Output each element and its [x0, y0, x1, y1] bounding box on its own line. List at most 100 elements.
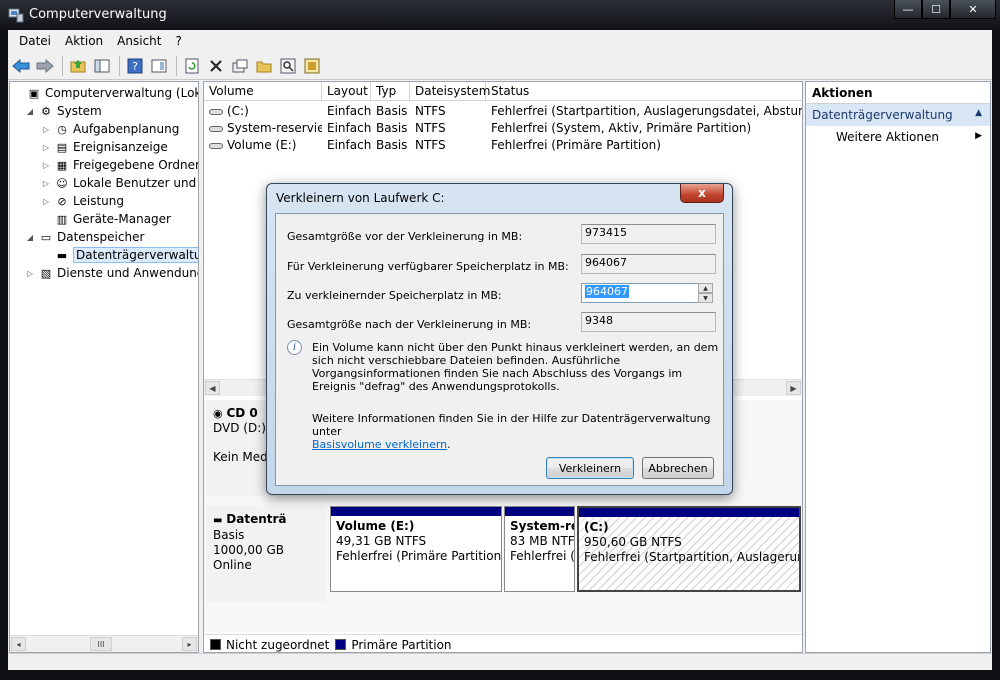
disk-0-info[interactable]: ▬ Datenträ Basis 1000,00 GB Online: [206, 506, 326, 602]
tree-item[interactable]: ▷ ☺ Lokale Benutzer und Gr: [40, 174, 198, 192]
tree-item[interactable]: ▷ ◷ Aufgabenplanung: [40, 120, 179, 138]
drive-icon: [209, 125, 223, 132]
forward-icon[interactable]: [34, 55, 56, 77]
column-header-volume[interactable]: Volume: [204, 82, 322, 101]
help-icon[interactable]: ?: [124, 55, 146, 77]
tree-item[interactable]: ▣ Computerverwaltung (Lokal): [12, 84, 198, 102]
export-icon[interactable]: [301, 55, 323, 77]
volume-cell: Volume (E:): [204, 137, 322, 154]
tree-item-label: System: [57, 104, 102, 118]
menu-bar: Datei Aktion Ansicht ?: [8, 30, 992, 52]
shrink-button[interactable]: Verkleinern: [546, 457, 634, 479]
expand-toggle-icon[interactable]: ▷: [40, 179, 52, 188]
column-header-status[interactable]: Status: [486, 82, 802, 101]
column-header-typ[interactable]: Typ: [371, 82, 410, 101]
submenu-arrow-icon: ▶: [975, 131, 982, 141]
tree-item[interactable]: ▥ Geräte-Manager: [40, 210, 171, 228]
actions-more-actions[interactable]: Weitere Aktionen ▶: [806, 126, 990, 148]
menu-datei[interactable]: Datei: [12, 34, 58, 48]
field-value-available: 964067: [581, 254, 716, 274]
volume-row[interactable]: (C:) Einfach Basis NTFS Fehlerfrei (Startpar…: [204, 103, 802, 120]
help-link[interactable]: Basisvolume verkleinern: [312, 438, 447, 451]
disk-0-type: Basis: [213, 528, 245, 542]
expand-toggle-icon[interactable]: ▷: [40, 143, 52, 152]
volume-cell: Basis: [376, 104, 408, 118]
services-icon: ▧: [40, 266, 52, 280]
scroll-right-button[interactable]: ▸: [182, 637, 197, 651]
column-header-layout[interactable]: Layout: [322, 82, 371, 101]
scroll-left-button[interactable]: ◂: [11, 637, 26, 651]
scroll-left-button[interactable]: ◀: [205, 381, 220, 395]
expand-toggle-icon[interactable]: ▷: [40, 161, 52, 170]
legend-swatch-unallocated: [210, 639, 221, 650]
volume-row[interactable]: System-reserviert Einfach Basis NTFS Fehlerf…: [204, 120, 802, 137]
delete-icon[interactable]: [205, 55, 227, 77]
tree-item-label: Datenträgerverwaltung: [73, 247, 198, 263]
properties-icon[interactable]: [148, 55, 170, 77]
volume-name: (C:): [227, 104, 249, 118]
field-label-shrink-amount: Zu verkleinernder Speicherplatz in MB:: [287, 289, 502, 302]
maximize-button[interactable]: ☐: [922, 0, 950, 19]
tree-item-label: Computerverwaltung (Lokal): [45, 86, 198, 100]
expand-toggle-icon[interactable]: ◢: [24, 233, 36, 242]
volume-cell: Fehlerfrei (System, Aktiv, Primäre Parti…: [491, 121, 752, 135]
tree-item[interactable]: ▷ ⊘ Leistung: [40, 192, 124, 210]
actions-section-disk-management[interactable]: Datenträgerverwaltung ▲: [806, 104, 990, 126]
actions-section-label: Datenträgerverwaltung: [812, 108, 953, 122]
menu-ansicht[interactable]: Ansicht: [110, 34, 168, 48]
performance-icon: ⊘: [57, 194, 67, 208]
expand-toggle-icon[interactable]: ▷: [40, 197, 52, 206]
tree-item[interactable]: ▷ ▦ Freigegebene Ordner: [40, 156, 198, 174]
tree-item[interactable]: ◢ ⚙ System: [24, 102, 102, 120]
disk-0-size: 1000,00 GB: [213, 543, 284, 557]
computer-icon: ▣: [28, 86, 40, 100]
partition-color-bar: [331, 507, 501, 516]
scroll-right-button[interactable]: ▶: [786, 381, 801, 395]
volume-cell: Basis: [376, 121, 408, 135]
partition-c[interactable]: (C:) 950,60 GB NTFS Fehlerfrei (Startpar…: [577, 506, 801, 592]
spin-down-icon[interactable]: ▼: [698, 293, 713, 303]
up-folder-icon[interactable]: [67, 55, 89, 77]
disk-0-label: ▬ Datenträ: [213, 512, 287, 526]
shared-folder-icon: ▦: [56, 158, 68, 172]
volume-cell: Einfach: [327, 138, 371, 152]
expand-toggle-icon[interactable]: ▷: [24, 269, 36, 278]
tree-item[interactable]: ◢ ▭ Datenspeicher: [24, 228, 144, 246]
cancel-button[interactable]: Abbrechen: [642, 457, 714, 479]
menu-aktion[interactable]: Aktion: [58, 34, 110, 48]
expand-toggle-icon[interactable]: ▷: [40, 125, 52, 134]
legend-label-unallocated: Nicht zugeordnet: [226, 637, 330, 652]
title-bar[interactable]: Computerverwaltung — ☐ ✕: [0, 0, 1000, 30]
tree-item[interactable]: ▬ Datenträgerverwaltung: [40, 246, 198, 264]
dialog-close-button[interactable]: x: [680, 184, 724, 203]
tree-item-label: Dienste und Anwendungen: [57, 266, 198, 280]
menu-help[interactable]: ?: [168, 34, 188, 48]
search-icon[interactable]: [277, 55, 299, 77]
volume-cell: Einfach: [327, 121, 371, 135]
tree-item[interactable]: ▷ ▤ Ereignisanzeige: [40, 138, 168, 156]
volume-row[interactable]: Volume (E:) Einfach Basis NTFS Fehlerfrei (P…: [204, 137, 802, 154]
navigation-tree: ▣ Computerverwaltung (Lokal) ◢ ⚙ System ▷ ◷ Auf…: [9, 81, 199, 653]
options-icon[interactable]: [229, 55, 251, 77]
partition-system-reserved[interactable]: System-re 83 MB NTF Fehlerfrei (: [504, 506, 575, 592]
close-button[interactable]: ✕: [950, 0, 996, 19]
scroll-thumb[interactable]: III: [90, 637, 112, 651]
show-tree-icon[interactable]: [91, 55, 113, 77]
shrink-amount-spinner[interactable]: ▲ ▼: [698, 283, 713, 303]
collapse-icon[interactable]: ▲: [975, 108, 982, 118]
shrink-amount-input[interactable]: 964067: [581, 283, 699, 303]
partition-volume-e[interactable]: Volume (E:) 49,31 GB NTFS Fehlerfrei (Pr…: [330, 506, 502, 592]
partition-size: 49,31 GB NTFS: [336, 534, 427, 548]
minimize-button[interactable]: —: [894, 0, 922, 19]
back-icon[interactable]: [10, 55, 32, 77]
column-header-dateisystem[interactable]: Dateisystem: [410, 82, 490, 101]
tree-item[interactable]: ▷ ▧ Dienste und Anwendungen: [24, 264, 198, 282]
tree-item-label: Ereignisanzeige: [73, 140, 168, 154]
refresh-icon[interactable]: [181, 55, 203, 77]
spin-up-icon[interactable]: ▲: [698, 283, 713, 293]
tree-scrollbar[interactable]: ◂ III ▸: [10, 635, 198, 652]
open-icon[interactable]: [253, 55, 275, 77]
users-icon: ☺: [56, 176, 68, 190]
more-actions-label: Weitere Aktionen: [836, 130, 939, 144]
expand-toggle-icon[interactable]: ◢: [24, 107, 36, 116]
